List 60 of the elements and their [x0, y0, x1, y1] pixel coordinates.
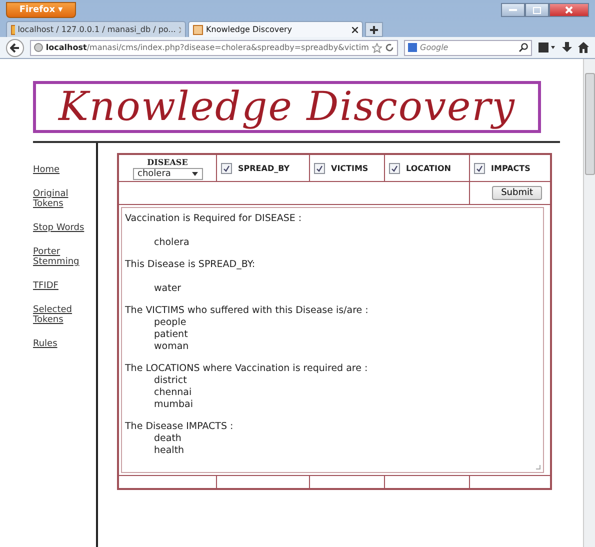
option-checkbox[interactable]: IMPACTS — [474, 162, 530, 174]
result-value: district — [154, 375, 187, 387]
bookmarks-button[interactable] — [538, 42, 556, 53]
page-icon — [193, 24, 203, 34]
result-value: woman — [154, 341, 189, 353]
checkbox[interactable] — [474, 162, 485, 174]
scrollbar[interactable] — [583, 59, 595, 547]
checkbox[interactable] — [221, 162, 232, 174]
sidebar-link[interactable]: Rules — [33, 339, 91, 349]
home-button[interactable] — [578, 42, 589, 53]
checkbox[interactable] — [389, 162, 400, 174]
address-bar[interactable]: localhost/manasi/cms/index.php?disease=cholera&spreadby=spreadby&victim — [30, 40, 398, 56]
sidebar-link[interactable]: Stop Words — [33, 223, 91, 233]
results-textarea[interactable] — [121, 207, 544, 473]
sidebar-link[interactable]: Home — [33, 165, 91, 175]
result-value: health — [154, 445, 184, 457]
disease-label: DISEASE — [147, 156, 188, 166]
sidebar-link[interactable]: Porter Stemming — [33, 247, 91, 267]
result-value: cholera — [154, 237, 190, 249]
minimize-icon — [509, 8, 517, 12]
sidebar-link[interactable]: Selected Tokens — [33, 305, 91, 325]
minimize-button[interactable] — [501, 3, 525, 17]
app-icon — [11, 24, 15, 34]
download-button[interactable] — [562, 42, 572, 53]
checkbox[interactable] — [314, 162, 325, 174]
option-checkbox[interactable]: VICTIMS — [314, 162, 368, 174]
site-title: Knowledge Discovery — [58, 84, 516, 130]
disease-dropdown[interactable]: cholera — [132, 168, 202, 180]
back-button[interactable] — [6, 38, 24, 56]
star-icon[interactable] — [372, 42, 382, 52]
result-value: death — [154, 433, 182, 445]
result-value: people — [154, 317, 186, 329]
maximize-icon — [533, 6, 541, 14]
close-button[interactable] — [549, 3, 589, 17]
sidebar-link[interactable]: TFIDF — [33, 281, 91, 291]
globe-icon — [34, 43, 43, 52]
option-checkbox[interactable]: SPREAD_BY — [221, 162, 290, 174]
reload-icon[interactable] — [385, 43, 394, 52]
back-arrow-icon — [10, 42, 20, 52]
result-heading: The LOCATIONS where Vaccination is required are : — [125, 363, 368, 375]
result-heading: Vaccination is Required for DISEASE : — [125, 213, 302, 225]
result-value: patient — [154, 329, 188, 341]
submit-button[interactable]: Submit — [492, 186, 542, 200]
result-heading: The VICTIMS who suffered with this Disease is/are : — [125, 305, 368, 317]
sidebar-link[interactable]: Original Tokens — [33, 189, 91, 209]
search-icon[interactable] — [519, 43, 528, 52]
result-value: chennai — [154, 387, 192, 399]
search-box[interactable]: Google — [404, 40, 532, 56]
result-value: water — [154, 283, 182, 295]
plus-icon — [370, 26, 378, 34]
result-heading: The Disease IMPACTS : — [125, 421, 234, 433]
option-checkbox[interactable]: LOCATION — [389, 162, 451, 174]
caret-icon — [192, 172, 198, 176]
browser-tab[interactable]: localhost / 127.0.0.1 / manasi_db / po... — [6, 21, 186, 37]
maximize-button[interactable] — [525, 3, 549, 17]
result-heading: This Disease is SPREAD_BY: — [125, 259, 256, 271]
browser-tab[interactable]: Knowledge Discovery — [188, 21, 363, 37]
new-tab-button[interactable] — [365, 22, 383, 37]
resize-grip-icon[interactable] — [535, 464, 541, 470]
result-value: mumbai — [154, 399, 194, 411]
